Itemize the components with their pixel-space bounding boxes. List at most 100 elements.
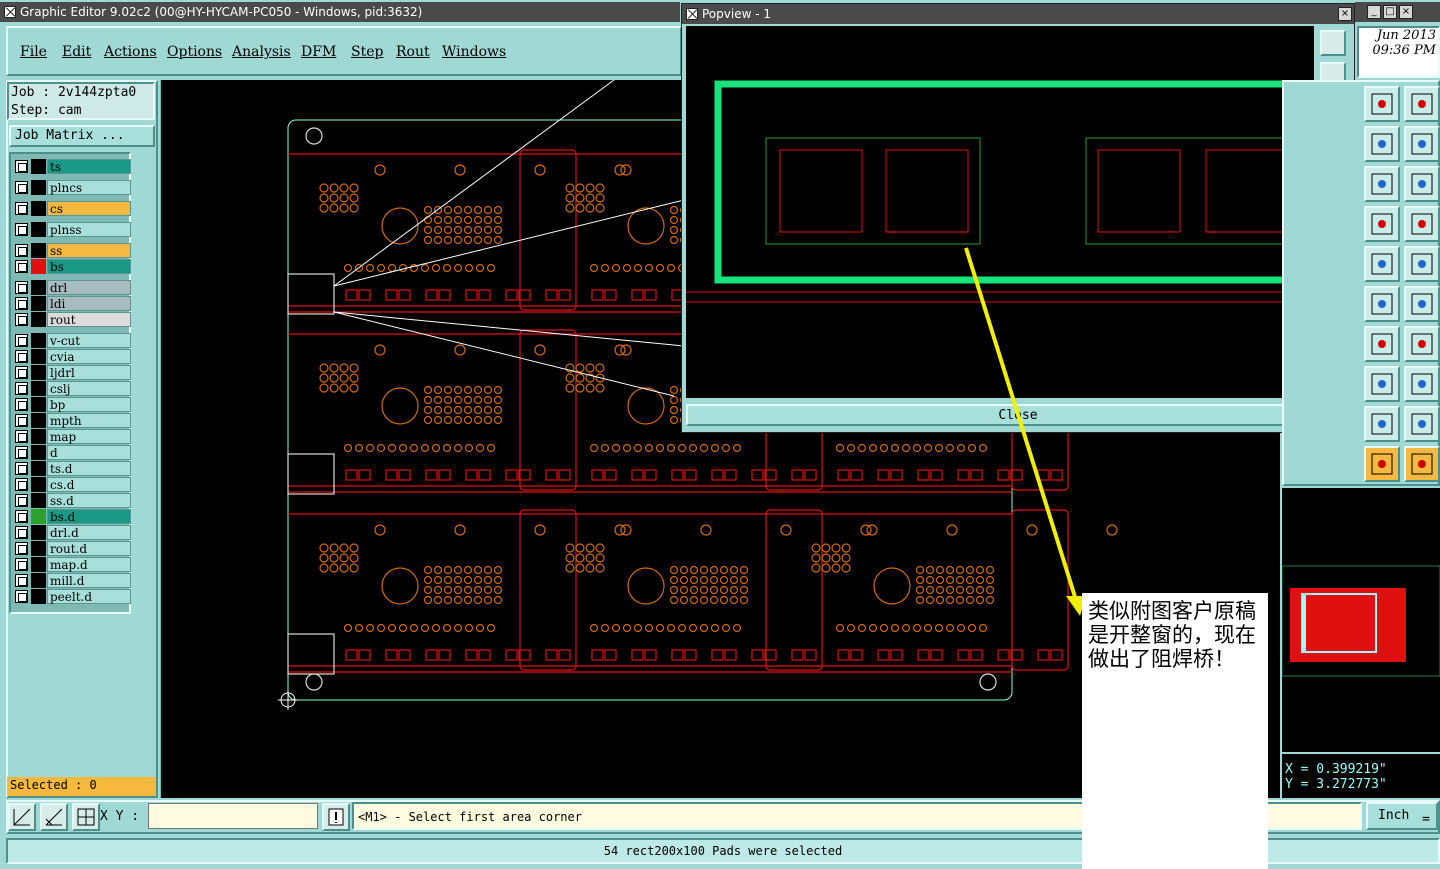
layer-checkbox[interactable] — [15, 160, 28, 173]
menu-actions[interactable]: Actions — [104, 44, 157, 60]
menu-dfm[interactable]: DFM — [301, 44, 336, 60]
layer-name[interactable]: ts — [47, 159, 131, 174]
layer-checkbox[interactable] — [15, 430, 28, 443]
layer-row-cvia[interactable]: cvia — [13, 349, 131, 364]
popview-close-button[interactable]: Close — [686, 404, 1350, 426]
layer-name[interactable]: d — [47, 445, 131, 460]
layer-checkbox[interactable] — [15, 526, 28, 539]
layer-name[interactable]: ldi — [47, 296, 131, 311]
select-arrow-icon[interactable] — [1364, 446, 1400, 482]
layer-color-swatch[interactable] — [31, 159, 46, 174]
layer-color-swatch[interactable] — [31, 525, 46, 540]
layer-row-plncs[interactable]: plncs — [13, 180, 131, 195]
arc-tool-alt-icon[interactable] — [1404, 406, 1440, 442]
layer-name[interactable]: v-cut — [47, 333, 131, 348]
layer-checkbox[interactable] — [15, 223, 28, 236]
home-view-icon[interactable] — [1364, 86, 1400, 122]
redraw-icon[interactable] — [1404, 126, 1440, 162]
layer-checkbox[interactable] — [15, 446, 28, 459]
layer-color-swatch[interactable] — [31, 296, 46, 311]
ruler-icon[interactable] — [1364, 246, 1400, 282]
close-window-icon[interactable]: × — [1399, 5, 1413, 19]
layer-color-swatch[interactable] — [31, 445, 46, 460]
layer-color-swatch[interactable] — [31, 333, 46, 348]
route-line-icon[interactable] — [1364, 286, 1400, 322]
transform-icon[interactable] — [1364, 366, 1400, 402]
pad-icon[interactable] — [1404, 246, 1440, 282]
layer-color-swatch[interactable] — [31, 381, 46, 396]
layer-name[interactable]: rout.d — [47, 541, 131, 556]
layer-name[interactable]: rout — [47, 312, 131, 327]
rotate-icon[interactable] — [1364, 326, 1400, 362]
layer-name[interactable]: map.d — [47, 557, 131, 572]
layer-name[interactable]: bp — [47, 397, 131, 412]
select-box-icon[interactable] — [1404, 446, 1440, 482]
shape-icon[interactable] — [1404, 366, 1440, 402]
layer-row-bs-d[interactable]: bs.d — [13, 509, 131, 524]
layer-color-swatch[interactable] — [31, 461, 46, 476]
layer-color-swatch[interactable] — [31, 557, 46, 572]
layer-row-drl-d[interactable]: drl.d — [13, 525, 131, 540]
layer-row-ts[interactable]: ts — [13, 159, 131, 174]
layer-row-rout[interactable]: rout — [13, 312, 131, 327]
popview-canvas[interactable] — [686, 26, 1314, 398]
layer-checkbox[interactable] — [15, 462, 28, 475]
layer-checkbox[interactable] — [15, 382, 28, 395]
minimize-icon[interactable]: _ — [1367, 5, 1381, 19]
layer-name[interactable]: mpth — [47, 413, 131, 428]
angle-snap-icon[interactable] — [40, 803, 68, 831]
layer-row-mpth[interactable]: mpth — [13, 413, 131, 428]
xy-input[interactable] — [148, 803, 318, 829]
layer-checkbox[interactable] — [15, 398, 28, 411]
layer-checkbox[interactable] — [15, 244, 28, 257]
layer-checkbox[interactable] — [15, 297, 28, 310]
layer-checkbox[interactable] — [15, 494, 28, 507]
layer-checkbox[interactable] — [15, 181, 28, 194]
popview-titlebar[interactable]: Popview - 1 × — [682, 4, 1354, 24]
window-layout-icon[interactable] — [1404, 86, 1440, 122]
layer-checkbox[interactable] — [15, 590, 28, 603]
layer-color-swatch[interactable] — [31, 477, 46, 492]
layer-row-cs[interactable]: cs — [13, 201, 131, 216]
layer-name[interactable]: cs — [47, 201, 131, 216]
layer-name[interactable]: map — [47, 429, 131, 444]
layer-row-rout-d[interactable]: rout.d — [13, 541, 131, 556]
layer-color-swatch[interactable] — [31, 413, 46, 428]
layer-row-bp[interactable]: bp — [13, 397, 131, 412]
layer-color-swatch[interactable] — [31, 365, 46, 380]
route-line-alt-icon[interactable] — [1404, 286, 1440, 322]
layer-name[interactable]: plnss — [47, 222, 131, 237]
layer-row-ldi[interactable]: ldi — [13, 296, 131, 311]
arc-tool-icon[interactable] — [1364, 406, 1400, 442]
menu-windows[interactable]: Windows — [442, 44, 506, 60]
exclamation-icon[interactable] — [322, 803, 350, 831]
layer-row-v-cut[interactable]: v-cut — [13, 333, 131, 348]
grid-icon[interactable] — [72, 803, 100, 831]
layer-checkbox[interactable] — [15, 334, 28, 347]
help-icon[interactable] — [1404, 166, 1440, 202]
layer-checkbox[interactable] — [15, 510, 28, 523]
layer-color-swatch[interactable] — [31, 180, 46, 195]
maximize-icon[interactable]: □ — [1383, 5, 1397, 19]
layer-name[interactable]: bs — [47, 259, 131, 274]
layer-color-swatch[interactable] — [31, 397, 46, 412]
layer-checkbox[interactable] — [15, 558, 28, 571]
menu-analysis[interactable]: Analysis — [232, 44, 291, 60]
layer-row-ss[interactable]: ss — [13, 243, 131, 258]
layer-name[interactable]: peelt.d — [47, 589, 131, 604]
layer-color-swatch[interactable] — [31, 493, 46, 508]
layer-name[interactable]: bs.d — [47, 509, 131, 524]
undo-view-icon[interactable] — [1364, 126, 1400, 162]
layer-name[interactable]: plncs — [47, 180, 131, 195]
layer-color-swatch[interactable] — [31, 312, 46, 327]
menu-options[interactable]: Options — [167, 44, 222, 60]
layer-color-swatch[interactable] — [31, 243, 46, 258]
layer-row-ts-d[interactable]: ts.d — [13, 461, 131, 476]
layer-name[interactable]: ts.d — [47, 461, 131, 476]
layer-checkbox[interactable] — [15, 260, 28, 273]
layer-name[interactable]: drl.d — [47, 525, 131, 540]
menu-edit[interactable]: Edit — [62, 44, 91, 60]
layer-checkbox[interactable] — [15, 478, 28, 491]
layer-checkbox[interactable] — [15, 313, 28, 326]
layer-checkbox[interactable] — [15, 350, 28, 363]
